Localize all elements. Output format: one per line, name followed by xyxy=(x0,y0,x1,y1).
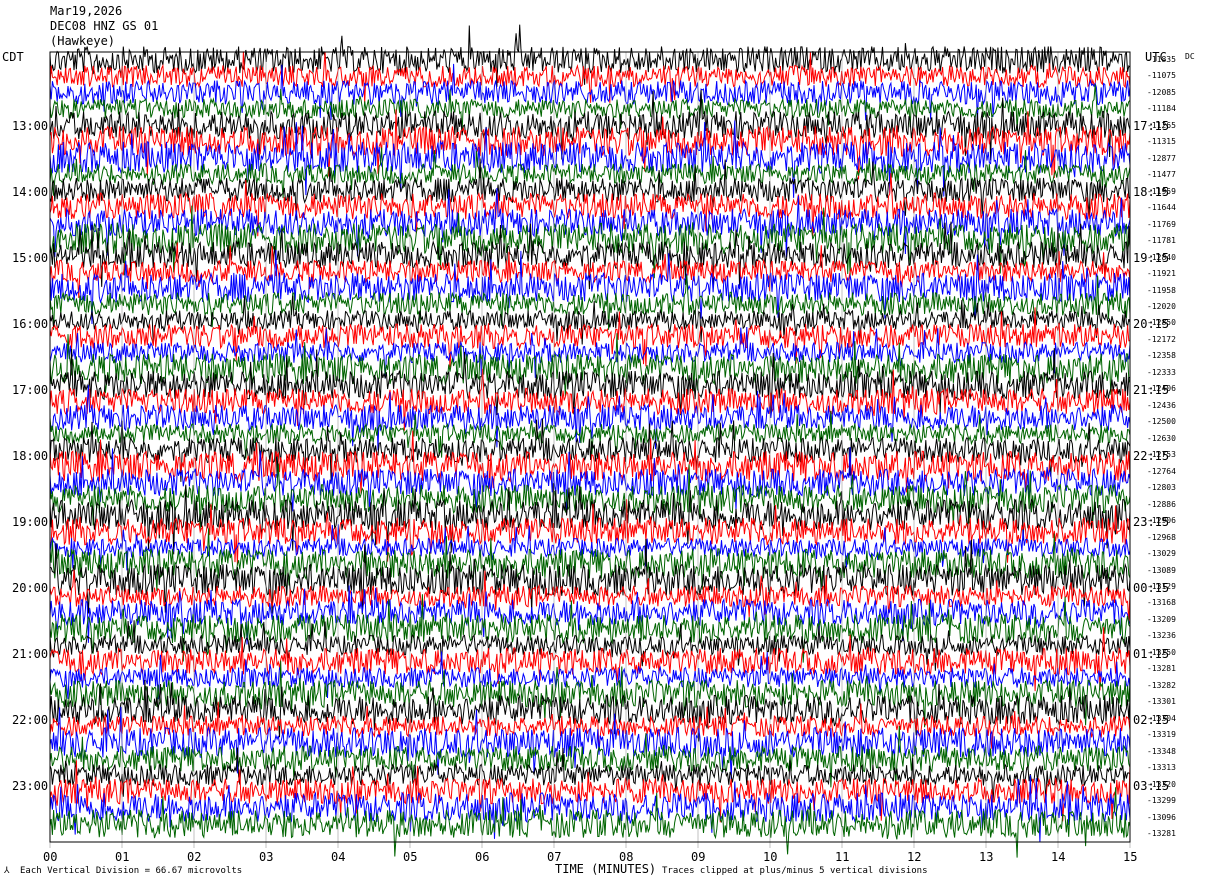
row-offset-value: -12877 xyxy=(1147,153,1176,163)
x-axis-label: TIME (MINUTES) xyxy=(555,862,657,876)
seismic-trace xyxy=(49,51,1131,104)
left-time-label: 14:00 xyxy=(12,185,49,199)
scale-note: Each Vertical Division = 66.67 microvolt… xyxy=(20,866,243,876)
left-time-label: 15:00 xyxy=(12,251,49,265)
row-offset-value: -12500 xyxy=(1147,417,1176,427)
seismic-trace xyxy=(49,295,1131,345)
x-tick-label: 09 xyxy=(691,850,706,864)
seismic-trace xyxy=(49,585,1131,645)
date-label: Mar19,2026 xyxy=(50,4,123,18)
row-offset-value: -11921 xyxy=(1147,269,1176,279)
seismic-trace xyxy=(49,24,1131,87)
row-offset-value: -11477 xyxy=(1147,170,1176,180)
row-offset-value: -13282 xyxy=(1147,680,1176,690)
x-tick-label: 01 xyxy=(115,850,130,864)
right-value-header: DC xyxy=(1185,52,1195,61)
row-offset-value: -13096 xyxy=(1147,812,1176,822)
left-time-label: 17:00 xyxy=(12,383,49,397)
left-time-label: 20:00 xyxy=(12,581,49,595)
row-offset-value: -13236 xyxy=(1147,631,1176,641)
row-offset-value: -12358 xyxy=(1147,351,1176,361)
row-offset-value: -13209 xyxy=(1147,614,1176,624)
trace-group xyxy=(49,24,1131,858)
row-offset-value: -11835 xyxy=(1147,55,1176,64)
row-offset-value: -12333 xyxy=(1147,367,1176,377)
x-tick-label: 15 xyxy=(1123,850,1138,864)
clip-note: Traces clipped at plus/minus 5 vertical … xyxy=(662,866,928,876)
x-tick-label: 06 xyxy=(475,850,490,864)
x-tick-label: 03 xyxy=(259,850,274,864)
row-offset-value: -11958 xyxy=(1147,285,1176,295)
row-offset-value: -11075 xyxy=(1147,71,1176,81)
row-offset-value: -12906 xyxy=(1147,516,1176,526)
row-offset-value: -11184 xyxy=(1147,104,1176,114)
row-offset-value: -13348 xyxy=(1147,746,1176,756)
row-offset-value: -12968 xyxy=(1147,532,1176,542)
x-tick-label: 14 xyxy=(1051,850,1066,864)
row-offset-value: -13299 xyxy=(1147,796,1176,806)
x-tick-label: 05 xyxy=(403,850,418,864)
row-offset-value: -12886 xyxy=(1147,499,1176,509)
row-offset-value: -13129 xyxy=(1147,581,1176,591)
row-offset-value: -13168 xyxy=(1147,598,1176,608)
row-offset-value: -11644 xyxy=(1147,203,1176,213)
row-offset-value: -12840 xyxy=(1147,252,1176,262)
row-offset-value: -13029 xyxy=(1147,549,1176,559)
row-offset-value: -11315 xyxy=(1147,137,1176,147)
row-offset-value: -13320 xyxy=(1147,779,1176,789)
row-offset-value: -11959 xyxy=(1147,186,1176,196)
row-offset-value: -12764 xyxy=(1147,466,1176,476)
left-time-label: 18:00 xyxy=(12,449,49,463)
x-tick-label: 02 xyxy=(187,850,202,864)
row-offset-value: -12020 xyxy=(1147,302,1176,312)
row-offset-value: -12803 xyxy=(1147,483,1176,493)
row-offset-value: -13319 xyxy=(1147,730,1176,740)
x-tick-label: 04 xyxy=(331,850,346,864)
row-offset-value: -13304 xyxy=(1147,713,1176,723)
left-time-label: 23:00 xyxy=(12,779,49,793)
left-time-label: 19:00 xyxy=(12,515,49,529)
row-offset-value: -13281 xyxy=(1147,664,1176,674)
seismic-trace xyxy=(49,620,1131,671)
left-time-label: 13:00 xyxy=(12,119,49,133)
row-offset-value: -13301 xyxy=(1147,697,1176,707)
seismic-trace xyxy=(49,787,1131,858)
row-offset-value: -11769 xyxy=(1147,219,1176,229)
row-offset-value: -13089 xyxy=(1147,565,1176,575)
left-time-label: 21:00 xyxy=(12,647,49,661)
row-offset-value: -12406 xyxy=(1147,384,1176,394)
row-offset-value: -11781 xyxy=(1147,236,1176,246)
row-offset-value: -12630 xyxy=(1147,433,1176,443)
row-offset-value: -12436 xyxy=(1147,400,1176,410)
row-offset-value: -11265 xyxy=(1147,120,1176,130)
left-axis-title: CDT xyxy=(2,50,24,64)
left-time-label: 22:00 xyxy=(12,713,49,727)
left-time-label: 16:00 xyxy=(12,317,49,331)
x-tick-label: 12 xyxy=(907,850,922,864)
row-offset-value: -12850 xyxy=(1147,318,1176,328)
row-offset-value: -13250 xyxy=(1147,647,1176,657)
x-tick-label: 13 xyxy=(979,850,994,864)
row-offset-value: -13313 xyxy=(1147,763,1176,773)
row-offset-value: -12753 xyxy=(1147,450,1176,460)
x-tick-label: 11 xyxy=(835,850,850,864)
corner-mark: ⅄ xyxy=(4,866,10,876)
x-tick-label: 10 xyxy=(763,850,778,864)
row-offset-value: -13281 xyxy=(1147,829,1176,838)
location-label: (Hawkeye) xyxy=(50,34,116,48)
station-label: DEC08 HNZ GS 01 xyxy=(50,19,159,33)
x-tick-label: 00 xyxy=(43,850,58,864)
row-offset-value: -12085 xyxy=(1147,87,1176,97)
row-offset-value: -12172 xyxy=(1147,334,1176,344)
seismogram-plot xyxy=(49,24,1131,858)
